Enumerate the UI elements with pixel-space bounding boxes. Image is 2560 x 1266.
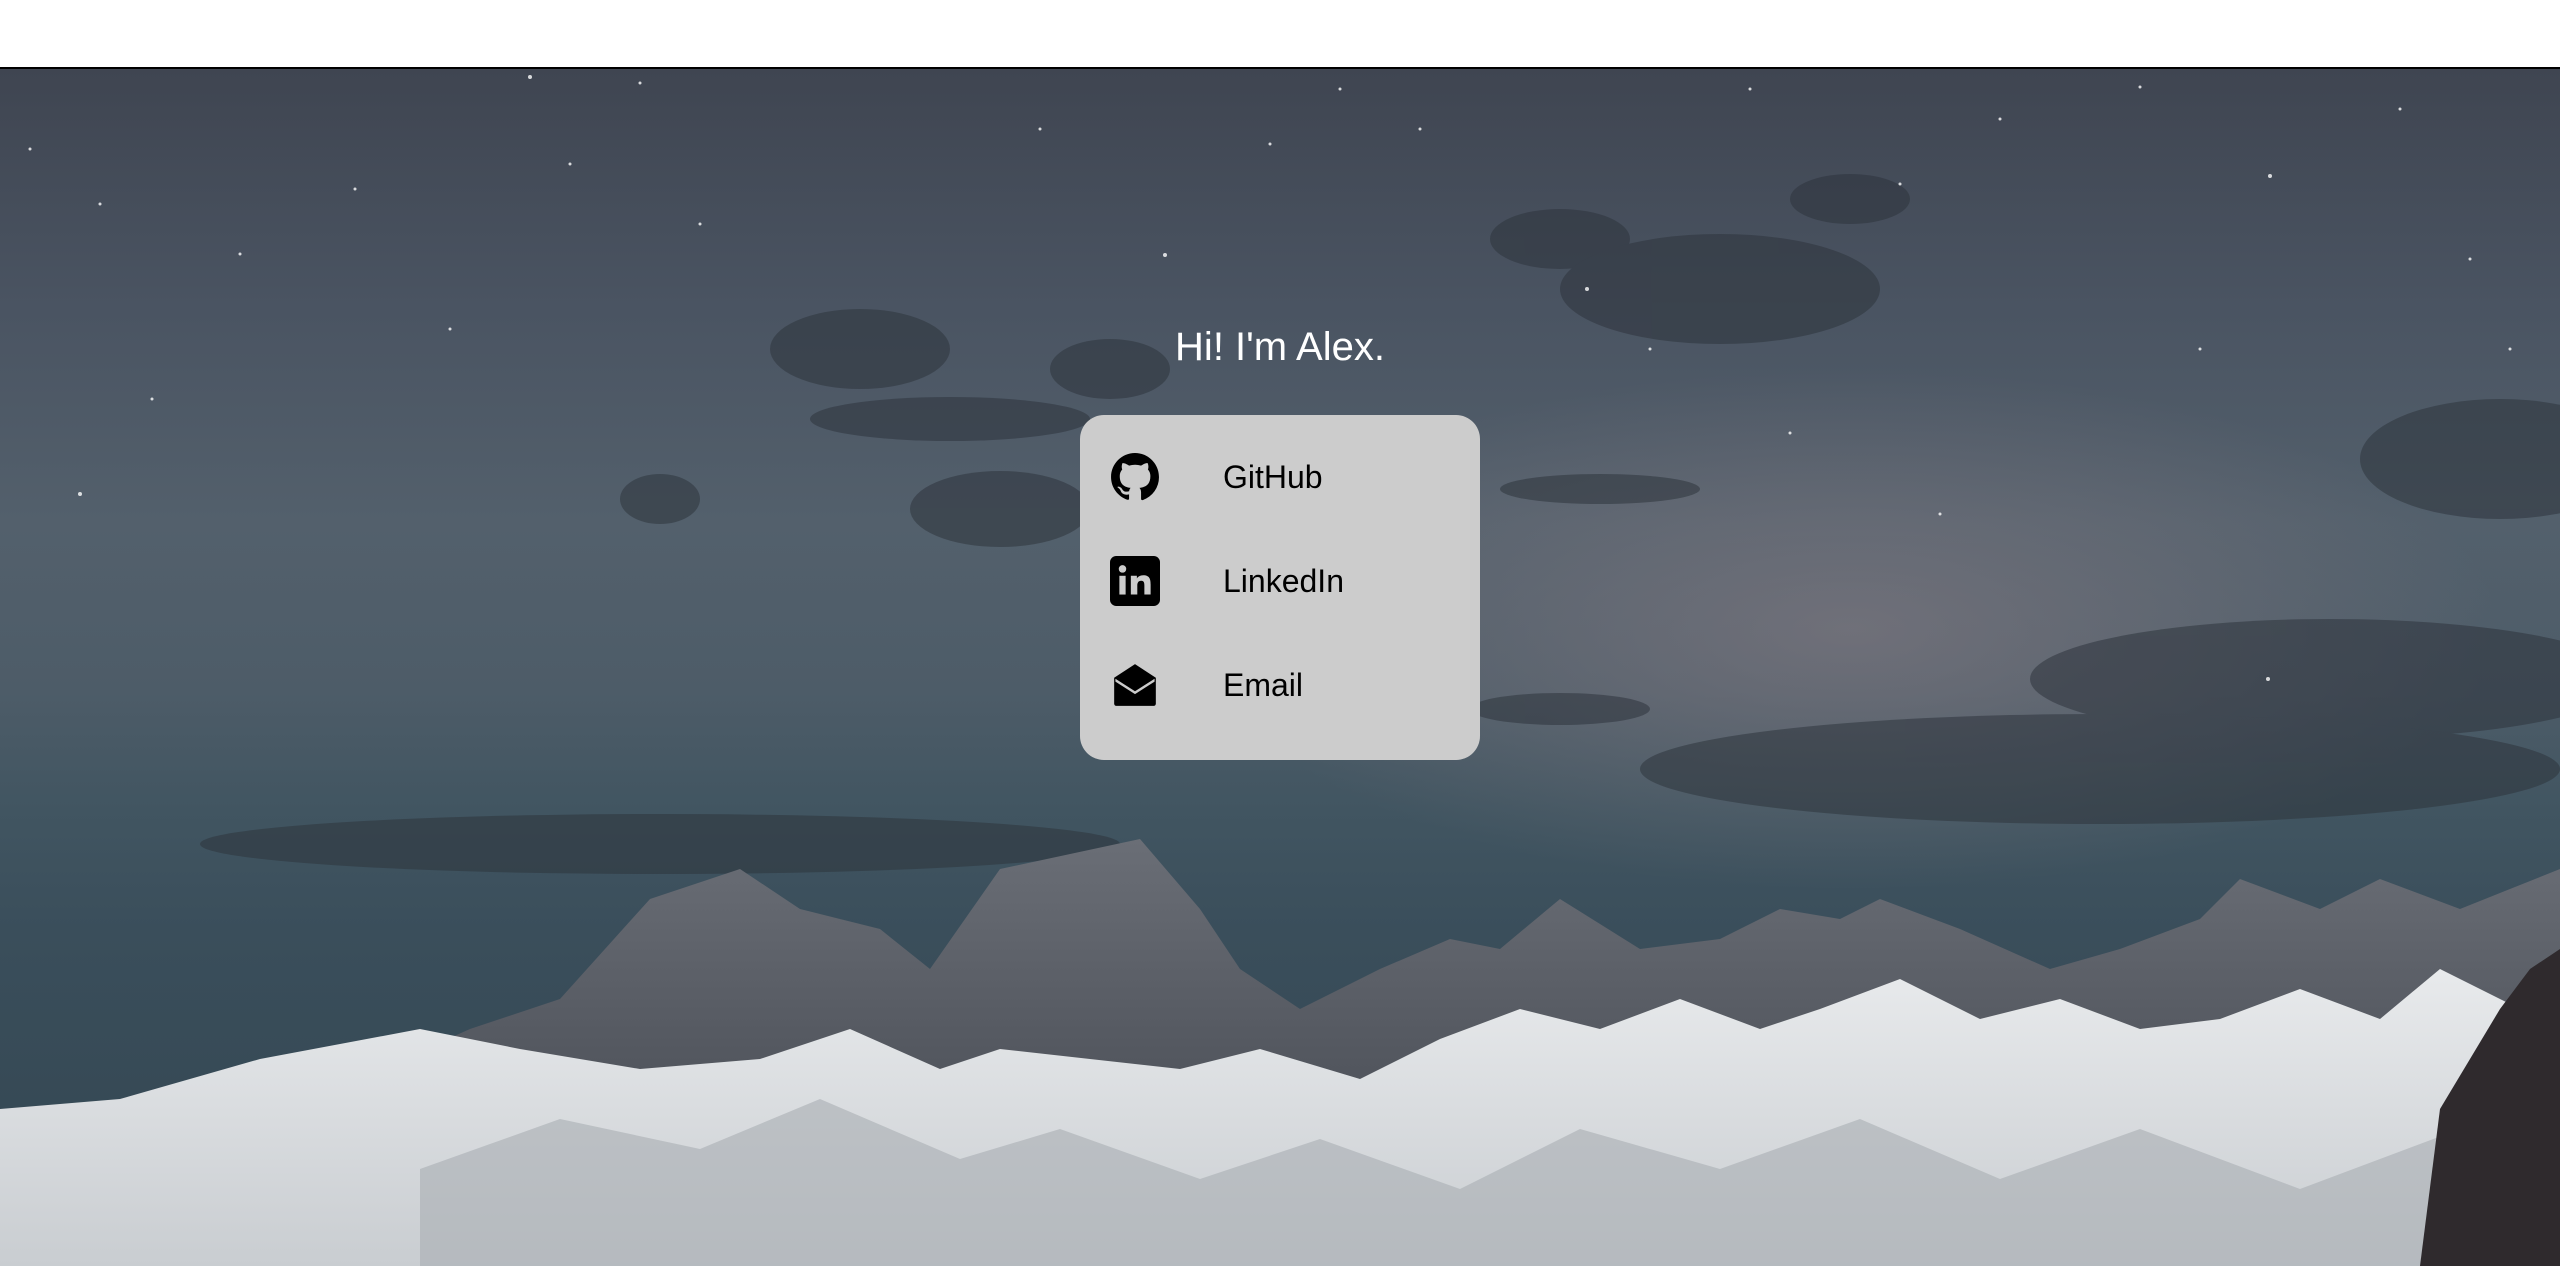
envelope-open-icon xyxy=(1110,660,1160,710)
email-link[interactable]: Email xyxy=(1080,633,1480,737)
linkedin-icon xyxy=(1110,556,1160,606)
email-link-label: Email xyxy=(1223,667,1304,703)
github-link[interactable]: GitHub xyxy=(1080,425,1480,529)
linkedin-link-label: LinkedIn xyxy=(1223,563,1344,599)
links-card: GitHub LinkedIn Email xyxy=(1080,415,1480,760)
top-header-bar xyxy=(0,0,2560,69)
github-icon xyxy=(1110,452,1160,502)
hero-background: Hi! I'm Alex. GitHub LinkedIn Email xyxy=(0,69,2560,1266)
greeting-heading: Hi! I'm Alex. xyxy=(1175,325,1385,369)
linkedin-link[interactable]: LinkedIn xyxy=(1080,529,1480,633)
github-link-label: GitHub xyxy=(1223,459,1323,495)
